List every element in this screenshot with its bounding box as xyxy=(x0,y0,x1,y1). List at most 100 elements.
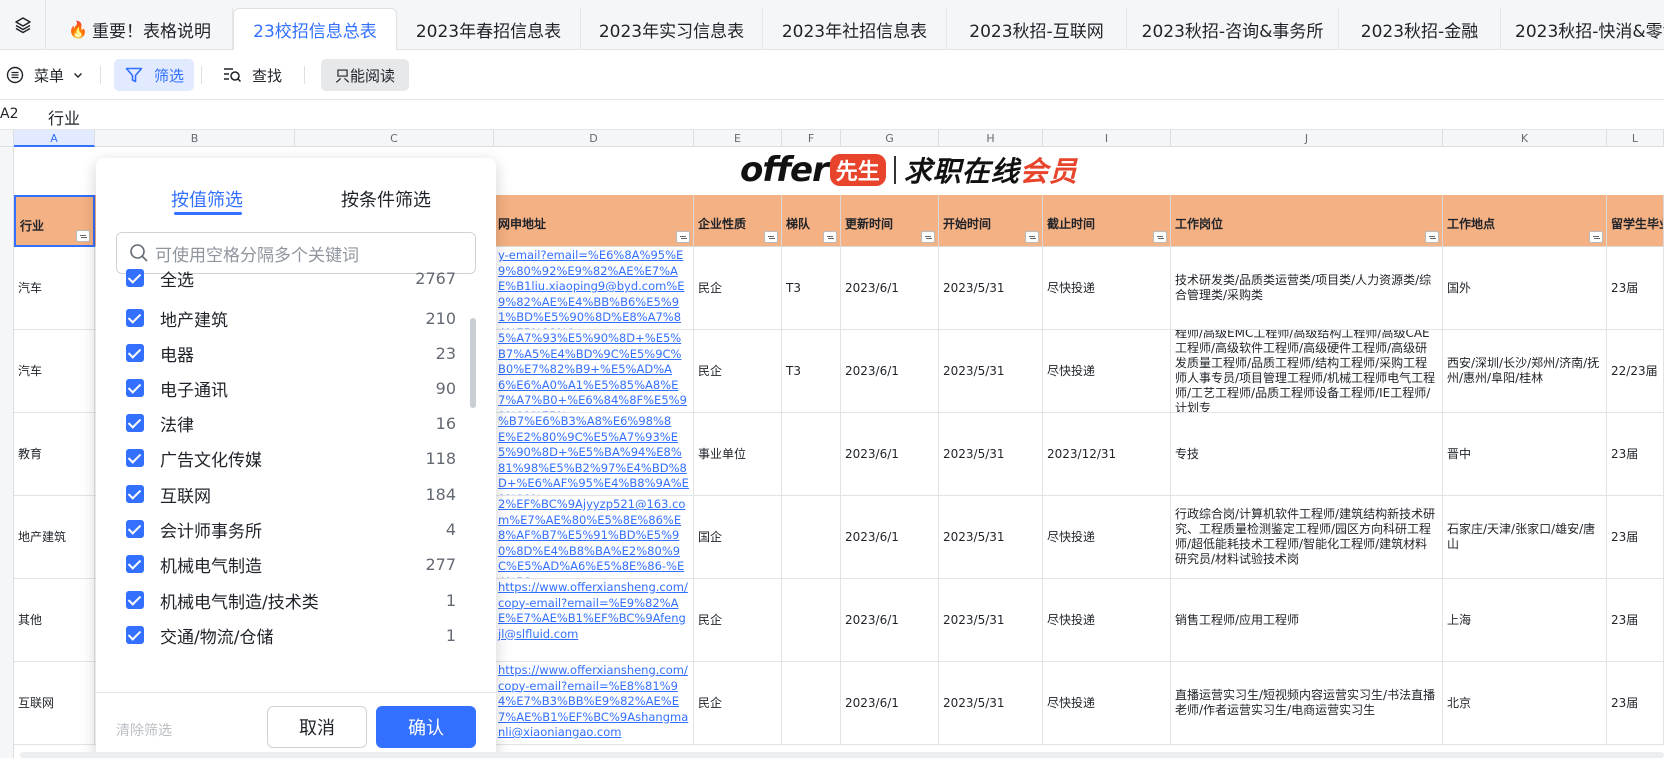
filter-button[interactable]: 筛选 xyxy=(114,59,195,91)
filter-list-scrollbar[interactable] xyxy=(470,318,476,408)
header-cell-company-type[interactable]: 企业性质 xyxy=(694,195,782,247)
table-cell[interactable]: 民企 xyxy=(694,247,782,330)
table-cell[interactable]: 2023/6/1 xyxy=(841,496,939,579)
column-header[interactable]: E xyxy=(694,130,782,147)
table-cell[interactable]: 直播运营实习生/短视频内容运营实习生/书法直播老师/作者运营实习生/电商运营实习… xyxy=(1171,662,1443,745)
column-header[interactable]: L xyxy=(1607,130,1664,147)
column-header[interactable]: D xyxy=(494,130,694,147)
table-cell[interactable]: 西安/深圳/长沙/郑州/济南/抚州/惠州/阜阳/桂林 xyxy=(1443,330,1607,413)
column-header[interactable]: A xyxy=(14,130,95,147)
tab-autumn-internet[interactable]: 2023秋招-互联网 xyxy=(947,8,1127,50)
checkbox-checked-icon[interactable] xyxy=(126,591,144,609)
table-cell[interactable]: 行政综合岗/计算机软件工程师/建筑结构新技术研究、工程质量检测鉴定工程师/园区方… xyxy=(1171,496,1443,579)
checkbox-checked-icon[interactable] xyxy=(126,309,144,327)
filter-option[interactable]: 机械电气制造/技术类 1 xyxy=(126,586,456,614)
column-header[interactable]: I xyxy=(1043,130,1171,147)
checkbox-checked-icon[interactable] xyxy=(126,449,144,467)
table-cell[interactable]: 上海 xyxy=(1443,579,1607,662)
table-cell[interactable]: 23届 xyxy=(1607,662,1664,745)
column-header[interactable]: B xyxy=(95,130,295,147)
column-header[interactable]: J xyxy=(1171,130,1443,147)
table-cell[interactable]: 国企 xyxy=(694,496,782,579)
checkbox-checked-icon[interactable] xyxy=(126,626,144,644)
table-cell[interactable]: 23届 xyxy=(1607,247,1664,330)
table-cell[interactable] xyxy=(782,413,841,496)
table-cell[interactable]: 民企 xyxy=(694,330,782,413)
table-cell[interactable]: 地产建筑 xyxy=(14,496,95,579)
table-cell[interactable]: T3 xyxy=(782,247,841,330)
table-cell[interactable]: 2023/6/1 xyxy=(841,662,939,745)
filter-dropdown-icon[interactable] xyxy=(1153,231,1167,243)
column-header[interactable]: K xyxy=(1443,130,1607,147)
table-cell[interactable]: 2023/5/31 xyxy=(939,579,1043,662)
checkbox-checked-icon[interactable] xyxy=(126,344,144,362)
table-cell[interactable]: 2023/6/1 xyxy=(841,413,939,496)
tab-social-recruit[interactable]: 2023年社招信息表 xyxy=(763,8,947,50)
table-cell[interactable]: 专技 xyxy=(1171,413,1443,496)
filter-dropdown-icon[interactable] xyxy=(76,230,90,242)
header-cell-start-time[interactable]: 开始时间 xyxy=(939,195,1043,247)
table-cell[interactable]: 2023/5/31 xyxy=(939,330,1043,413)
table-cell[interactable]: 尽快投递 xyxy=(1043,579,1171,662)
table-cell[interactable] xyxy=(782,496,841,579)
filter-option[interactable]: 交通/物流/仓储 1 xyxy=(126,621,456,649)
table-cell[interactable]: 22/23届 xyxy=(1607,330,1664,413)
table-cell[interactable]: 晋中 xyxy=(1443,413,1607,496)
menu-button[interactable]: 菜单 xyxy=(6,59,84,91)
table-cell[interactable]: T3 xyxy=(782,330,841,413)
column-header[interactable]: H xyxy=(939,130,1043,147)
formula-input[interactable]: 行业 xyxy=(48,105,80,129)
horizontal-scrollbar[interactable] xyxy=(20,752,1664,758)
table-cell[interactable]: 2023/6/1 xyxy=(841,579,939,662)
tab-filter-by-condition[interactable]: 按条件筛选 xyxy=(341,186,431,212)
table-cell[interactable]: 23届 xyxy=(1607,579,1664,662)
table-cell[interactable]: 尽快投递 xyxy=(1043,247,1171,330)
tab-autumn-finance[interactable]: 2023秋招-金融 xyxy=(1339,8,1501,50)
table-cell[interactable]: 汽车 xyxy=(14,247,95,330)
filter-option[interactable]: 互联网 184 xyxy=(126,480,456,508)
checkbox-checked-icon[interactable] xyxy=(126,555,144,573)
table-cell[interactable]: 技术研发类/品质类运营类/项目类/人力资源类/综合管理类/采购类 xyxy=(1171,247,1443,330)
table-cell[interactable]: 教育 xyxy=(14,413,95,496)
table-cell[interactable]: 程师/高级EMC工程师/高级结构工程师/高级CAE工程师/高级软件工程师/高级硬… xyxy=(1171,330,1443,413)
filter-option[interactable]: 电器 23 xyxy=(126,339,456,367)
header-cell-deadline[interactable]: 截止时间 xyxy=(1043,195,1171,247)
table-cell[interactable]: 国外 xyxy=(1443,247,1607,330)
readonly-badge[interactable]: 只能阅读 xyxy=(321,59,410,91)
filter-dropdown-icon[interactable] xyxy=(764,231,778,243)
filter-option[interactable]: 法律 16 xyxy=(126,409,456,437)
header-cell-industry[interactable]: 行业 xyxy=(14,195,95,247)
table-cell[interactable]: 事业单位 xyxy=(694,413,782,496)
header-cell-graduation[interactable]: 留学生毕业 xyxy=(1607,195,1664,247)
checkbox-checked-icon[interactable] xyxy=(126,414,144,432)
table-cell[interactable]: 北京 xyxy=(1443,662,1607,745)
table-cell[interactable]: 2023/6/1 xyxy=(841,330,939,413)
apply-link-cell[interactable]: %B7%E6%B3%A8%E6%98%8E%E2%80%9C%E5%A7%93%… xyxy=(494,413,694,496)
table-cell[interactable] xyxy=(782,579,841,662)
column-header[interactable]: G xyxy=(841,130,939,147)
apply-link-cell[interactable]: y-email?email=%E6%8A%95%E9%80%92%E9%82%A… xyxy=(494,247,694,330)
table-cell[interactable]: 23届 xyxy=(1607,413,1664,496)
table-cell[interactable]: 尽快投递 xyxy=(1043,330,1171,413)
filter-option[interactable]: 会计师事务所 4 xyxy=(126,515,456,543)
apply-link-cell[interactable]: 5%A7%93%E5%90%8D+%E5%B7%A5%E4%BD%9C%E5%9… xyxy=(494,330,694,413)
table-cell[interactable]: 汽车 xyxy=(14,330,95,413)
table-cell[interactable]: 互联网 xyxy=(14,662,95,745)
apply-link-cell[interactable]: 2%EF%BC%9Ajyyzp521@163.com%E7%AE%80%E5%8… xyxy=(494,496,694,579)
column-header[interactable]: C xyxy=(295,130,494,147)
filter-option[interactable]: 电子通讯 90 xyxy=(126,374,456,402)
table-cell[interactable]: 其他 xyxy=(14,579,95,662)
select-all-corner[interactable] xyxy=(0,130,14,147)
filter-option[interactable]: 广告文化传媒 118 xyxy=(126,444,456,472)
apply-link-cell[interactable]: https://www.offerxiansheng.com/copy-emai… xyxy=(494,579,694,662)
tab-autumn-consulting[interactable]: 2023秋招-咨询&事务所 xyxy=(1127,8,1339,50)
checkbox-checked-icon[interactable] xyxy=(126,379,144,397)
header-cell-update-time[interactable]: 更新时间 xyxy=(841,195,939,247)
tab-campus-summary[interactable]: 23校招信息总表 xyxy=(233,8,397,50)
cell-reference[interactable]: A2 xyxy=(0,106,18,122)
table-cell[interactable]: 民企 xyxy=(694,662,782,745)
tab-instructions[interactable]: 🔥 重要！表格说明 xyxy=(47,8,233,50)
header-cell-apply-url[interactable]: 网申地址 xyxy=(494,195,694,247)
filter-dropdown-icon[interactable] xyxy=(823,231,837,243)
table-cell[interactable]: 2023/5/31 xyxy=(939,662,1043,745)
